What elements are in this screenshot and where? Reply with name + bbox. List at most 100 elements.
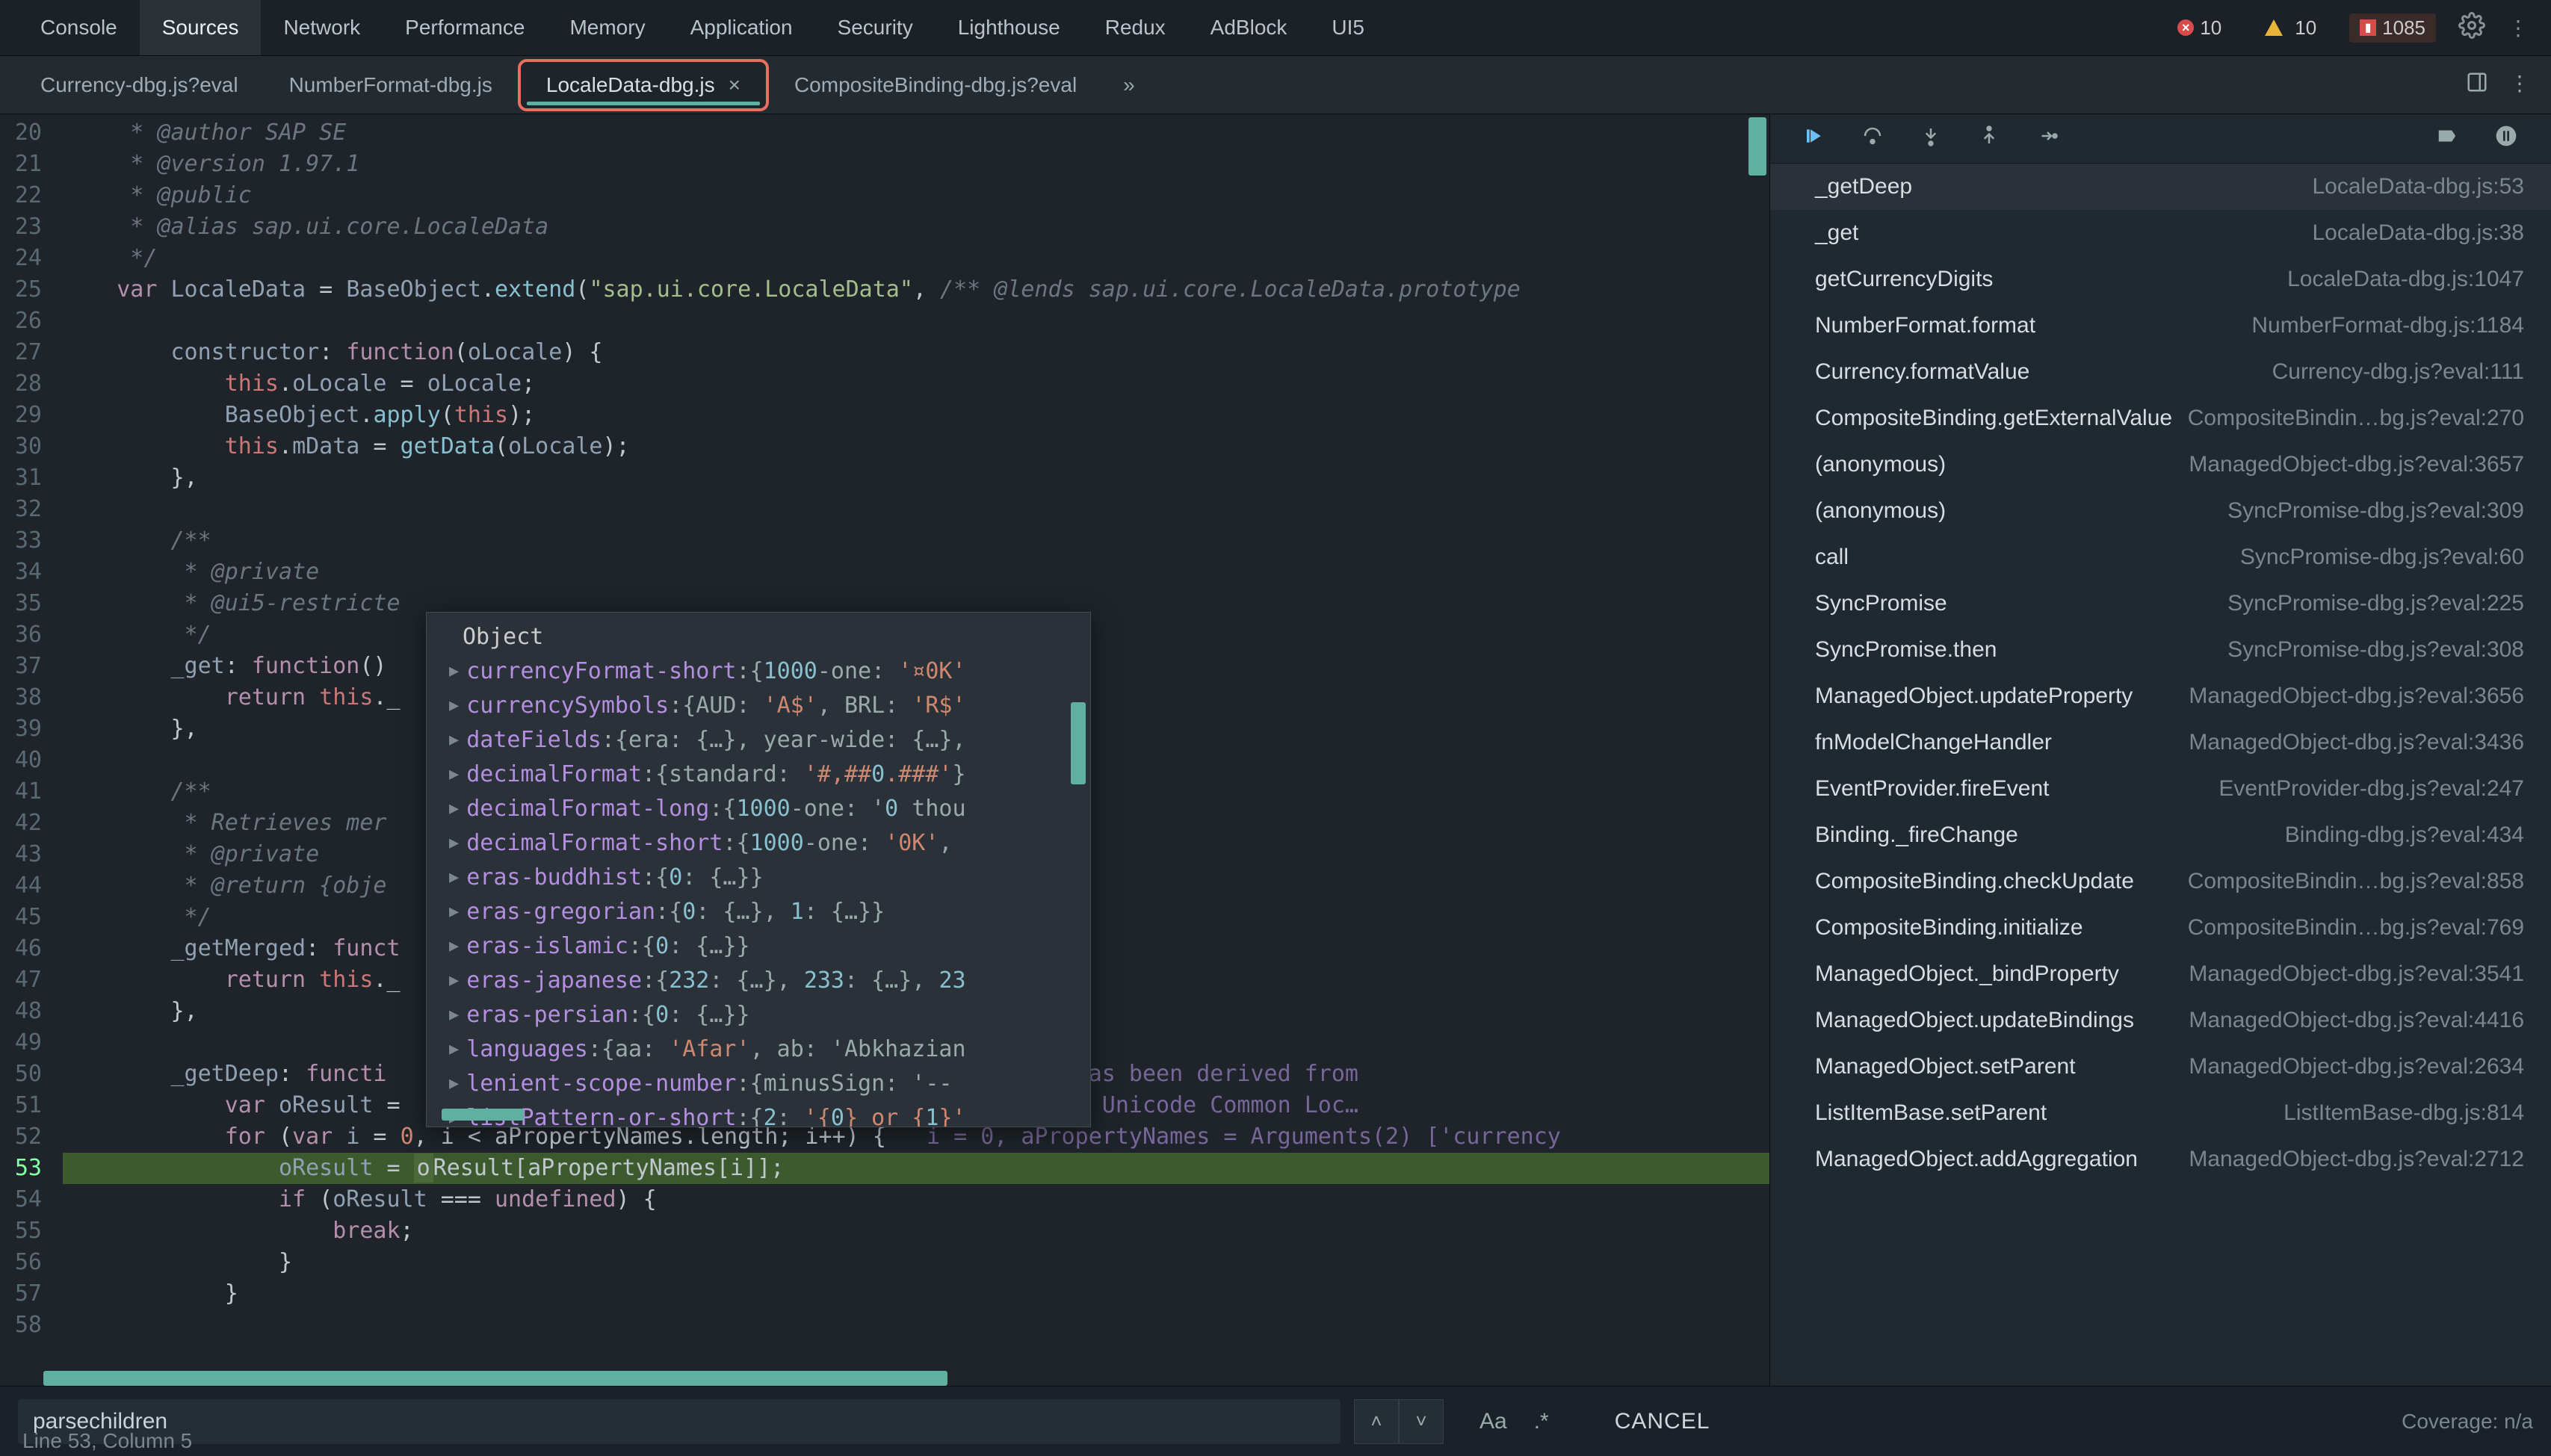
tabs-overflow-icon[interactable]: » — [1102, 73, 1156, 97]
warning-count-badge[interactable]: 10 — [2254, 13, 2327, 43]
editor-vertical-scrollbar[interactable] — [1748, 117, 1766, 176]
call-stack-frame[interactable]: NumberFormat.formatNumberFormat-dbg.js:1… — [1770, 303, 2551, 349]
extension-icon: ▮ — [2360, 19, 2376, 36]
file-tab-numberformat[interactable]: NumberFormat-dbg.js — [264, 56, 518, 114]
panel-tab-console[interactable]: Console — [18, 0, 140, 55]
object-property-row[interactable]: ▶decimalFormat: {standard: '#,##0.###'} — [449, 758, 1090, 792]
call-stack-frame[interactable]: _getLocaleData-dbg.js:38 — [1770, 210, 2551, 256]
call-stack-frame[interactable]: (anonymous)SyncPromise-dbg.js?eval:309 — [1770, 488, 2551, 534]
call-stack-frame[interactable]: ManagedObject.setParentManagedObject-dbg… — [1770, 1044, 2551, 1090]
call-stack-frame[interactable]: EventProvider.fireEventEventProvider-dbg… — [1770, 766, 2551, 812]
extension-count: 1085 — [2382, 16, 2425, 40]
popover-resize-handle[interactable] — [442, 1109, 524, 1121]
panel-tab-lighthouse[interactable]: Lighthouse — [936, 0, 1083, 55]
panel-tab-performance[interactable]: Performance — [383, 0, 547, 55]
call-stack-frame[interactable]: CompositeBinding.getExternalValue Composi… — [1770, 395, 2551, 442]
regex-toggle[interactable]: .* — [1534, 1409, 1549, 1434]
panel-tab-redux[interactable]: Redux — [1083, 0, 1188, 55]
panel-tab-security[interactable]: Security — [815, 0, 936, 55]
panel-tab-adblock[interactable]: AdBlock — [1188, 0, 1310, 55]
file-tab-currency[interactable]: Currency-dbg.js?eval — [15, 56, 264, 114]
expand-icon[interactable]: ▶ — [449, 758, 459, 792]
object-property-row[interactable]: ▶eras-islamic: {0: {…}} — [449, 929, 1090, 964]
active-indicator — [527, 102, 760, 105]
call-stack-frame[interactable]: SyncPromiseSyncPromise-dbg.js?eval:225 — [1770, 580, 2551, 627]
call-stack-frame[interactable]: ManagedObject.addAggregationManagedObjec… — [1770, 1136, 2551, 1183]
expand-icon[interactable]: ▶ — [449, 998, 459, 1032]
expand-icon[interactable]: ▶ — [449, 1032, 459, 1067]
step-button[interactable] — [2036, 125, 2059, 152]
panel-tab-memory[interactable]: Memory — [547, 0, 667, 55]
object-property-row[interactable]: ▶dateFields: {era: {…}, year-wide: {…}, — [449, 723, 1090, 758]
panel-tab-ui5[interactable]: UI5 — [1309, 0, 1387, 55]
expand-icon[interactable]: ▶ — [449, 929, 459, 964]
find-input[interactable] — [18, 1399, 1341, 1444]
panel-tab-network[interactable]: Network — [261, 0, 383, 55]
call-stack-frame[interactable]: _getDeepLocaleData-dbg.js:53 — [1770, 164, 2551, 210]
deactivate-breakpoints-button[interactable] — [2436, 125, 2458, 152]
call-stack-frame[interactable]: ManagedObject._bindPropertyManagedObject… — [1770, 951, 2551, 997]
call-stack-frame[interactable]: getCurrencyDigitsLocaleData-dbg.js:1047 — [1770, 256, 2551, 303]
object-property-row[interactable]: ▶eras-japanese: {232: {…}, 233: {…}, 23 — [449, 964, 1090, 998]
step-into-button[interactable] — [1920, 125, 1942, 152]
object-property-row[interactable]: ▶listPattern-or-short: {2: '{0} or {1}' — [449, 1101, 1090, 1127]
resume-button[interactable] — [1803, 125, 1825, 152]
object-property-row[interactable]: ▶eras-persian: {0: {…}} — [449, 998, 1090, 1032]
call-stack-frame[interactable]: CompositeBinding.initializeCompositeBind… — [1770, 905, 2551, 951]
popover-scrollbar[interactable] — [1071, 702, 1086, 784]
code-editor[interactable]: 2021222324252627282930313233343536373839… — [0, 114, 1769, 1386]
more-options-icon[interactable]: ⋮ — [2509, 71, 2530, 99]
frame-location: ManagedObject-dbg.js?eval:3436 — [2189, 730, 2524, 755]
object-property-row[interactable]: ▶eras-buddhist: {0: {…}} — [449, 861, 1090, 895]
more-icon[interactable]: ⋮ — [2508, 16, 2529, 40]
frame-function: CompositeBinding.getExternalValue — [1815, 406, 2172, 431]
expand-icon[interactable]: ▶ — [449, 689, 459, 723]
match-case-toggle[interactable]: Aa — [1479, 1409, 1507, 1434]
object-property-row[interactable]: ▶decimalFormat-long: {1000-one: '0 thou — [449, 792, 1090, 826]
editor-horizontal-scrollbar[interactable] — [43, 1371, 947, 1386]
expand-icon[interactable]: ▶ — [449, 826, 459, 861]
call-stack-frame[interactable]: Currency.formatValueCurrency-dbg.js?eval… — [1770, 349, 2551, 395]
frame-function: ManagedObject._bindProperty — [1815, 961, 2119, 987]
call-stack-frame[interactable]: SyncPromise.thenSyncPromise-dbg.js?eval:… — [1770, 627, 2551, 673]
panel-tab-application[interactable]: Application — [668, 0, 815, 55]
expand-icon[interactable]: ▶ — [449, 861, 459, 895]
frame-location: CompositeBindin…bg.js?eval:858 — [2188, 869, 2524, 894]
expand-icon[interactable]: ▶ — [449, 792, 459, 826]
call-stack-frame[interactable]: fnModelChangeHandlerManagedObject-dbg.js… — [1770, 719, 2551, 766]
call-stack-frame[interactable]: Binding._fireChangeBinding-dbg.js?eval:4… — [1770, 812, 2551, 858]
pause-on-exceptions-button[interactable] — [2494, 124, 2518, 153]
step-out-button[interactable] — [1978, 125, 2000, 152]
error-count-badge[interactable]: ×10 — [2167, 13, 2232, 43]
call-stack-frame[interactable]: ListItemBase.setParentListItemBase-dbg.j… — [1770, 1090, 2551, 1136]
call-stack-frame[interactable]: CompositeBinding.checkUpdateCompositeBin… — [1770, 858, 2551, 905]
expand-icon[interactable]: ▶ — [449, 964, 459, 998]
expand-icon[interactable]: ▶ — [449, 1067, 459, 1101]
step-over-button[interactable] — [1861, 125, 1884, 152]
frame-location: CompositeBindin…bg.js?eval:270 — [2188, 406, 2524, 431]
expand-icon[interactable]: ▶ — [449, 654, 459, 689]
call-stack-frame[interactable]: callSyncPromise-dbg.js?eval:60 — [1770, 534, 2551, 580]
object-property-row[interactable]: ▶languages: {aa: 'Afar', ab: 'Abkhazian — [449, 1032, 1090, 1067]
object-property-row[interactable]: ▶decimalFormat-short: {1000-one: '0K', — [449, 826, 1090, 861]
close-icon[interactable]: × — [729, 73, 740, 97]
find-prev-button[interactable]: ˄ — [1354, 1399, 1399, 1444]
error-icon: × — [2177, 19, 2194, 36]
expand-icon[interactable]: ▶ — [449, 895, 459, 929]
toggle-navigator-icon[interactable] — [2466, 71, 2488, 99]
find-next-button[interactable]: ˅ — [1399, 1399, 1444, 1444]
call-stack-frame[interactable]: ManagedObject.updatePropertyManagedObjec… — [1770, 673, 2551, 719]
call-stack-frame[interactable]: ManagedObject.updateBindingsManagedObjec… — [1770, 997, 2551, 1044]
object-property-row[interactable]: ▶eras-gregorian: {0: {…}, 1: {…}} — [449, 895, 1090, 929]
object-property-row[interactable]: ▶currencySymbols: {AUD: 'A$', BRL: 'R$' — [449, 689, 1090, 723]
settings-icon[interactable] — [2458, 12, 2485, 44]
call-stack-frame[interactable]: (anonymous)ManagedObject-dbg.js?eval:365… — [1770, 442, 2551, 488]
file-tab-localedata[interactable]: LocaleData-dbg.js × — [518, 59, 769, 111]
file-tab-compositebinding[interactable]: CompositeBinding-dbg.js?eval — [769, 56, 1102, 114]
find-cancel-button[interactable]: CANCEL — [1585, 1409, 1740, 1434]
extension-badge[interactable]: ▮ 1085 — [2349, 13, 2436, 43]
expand-icon[interactable]: ▶ — [449, 723, 459, 758]
panel-tab-sources[interactable]: Sources — [140, 0, 262, 55]
object-property-row[interactable]: ▶currencyFormat-short: {1000-one: '¤0K' — [449, 654, 1090, 689]
object-property-row[interactable]: ▶lenient-scope-number: {minusSign: '-- — [449, 1067, 1090, 1101]
